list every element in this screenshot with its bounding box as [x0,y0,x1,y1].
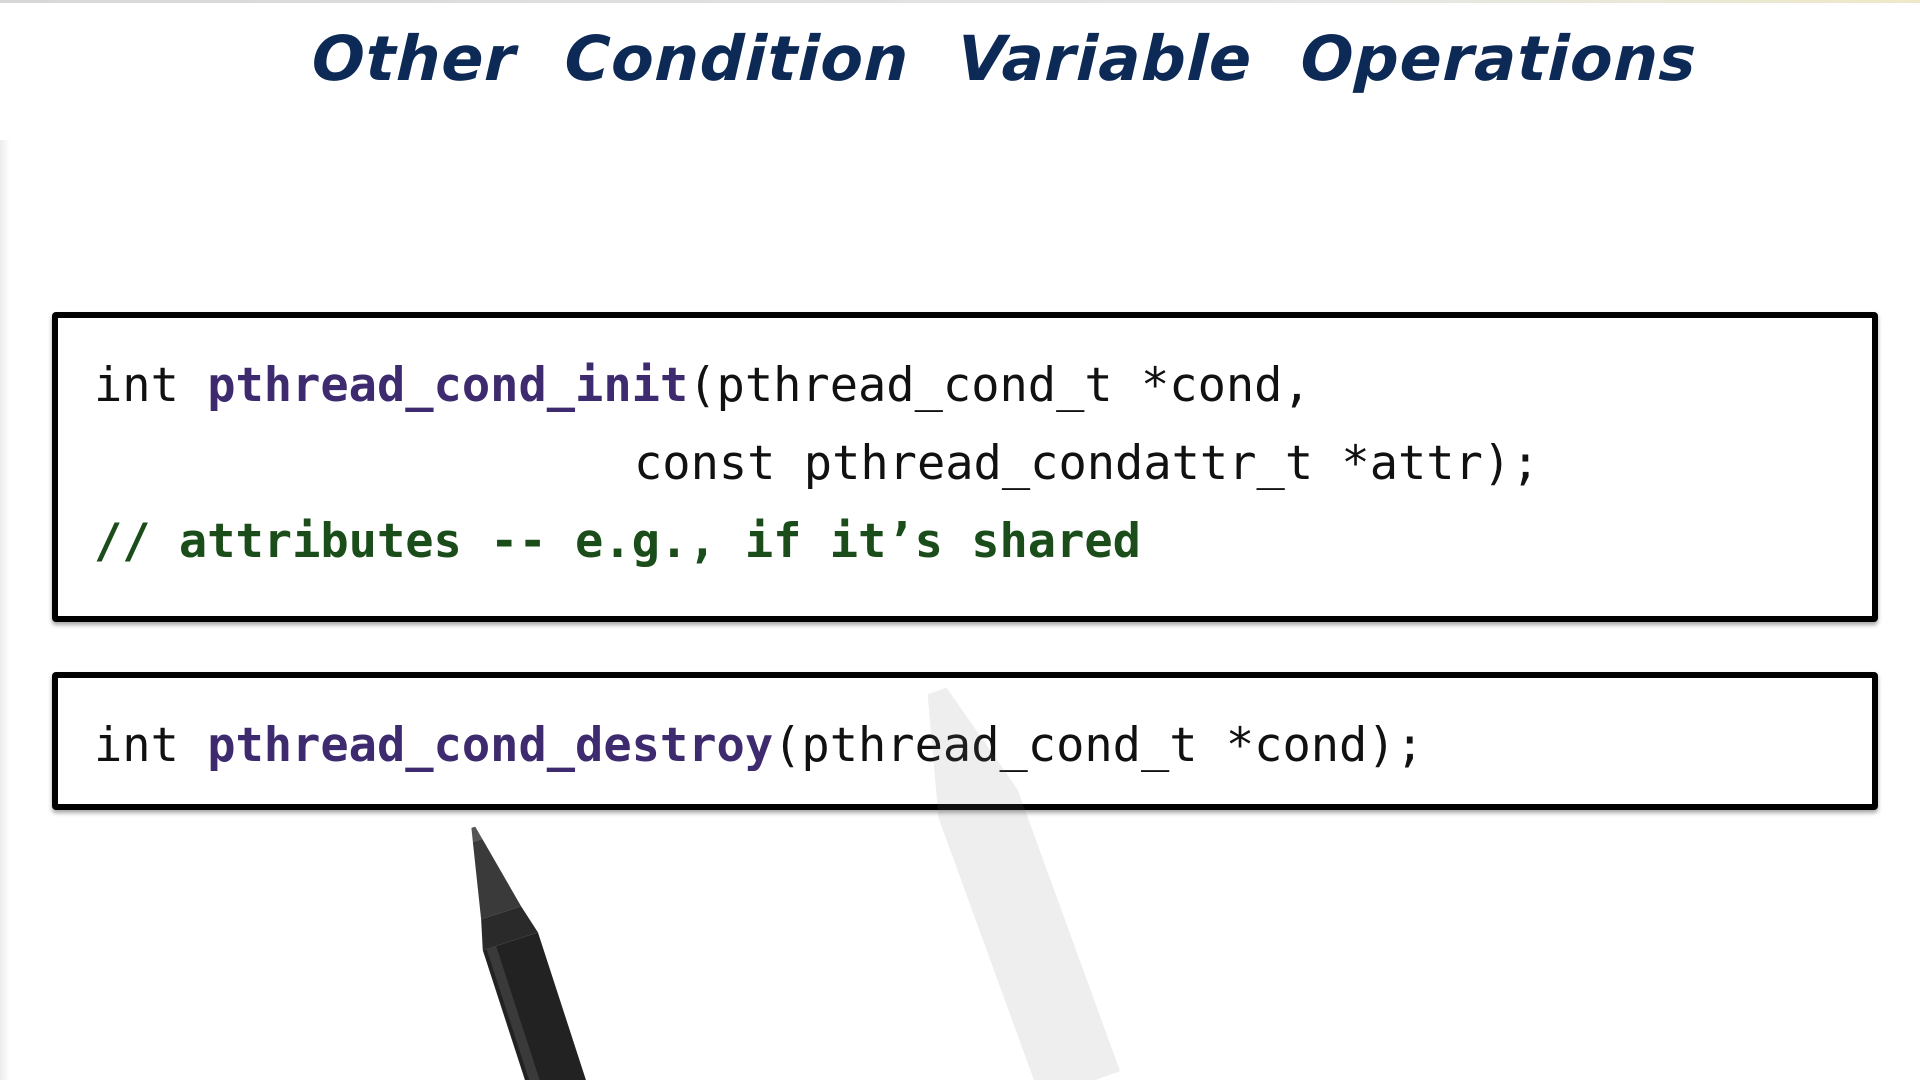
code-line-destroy-signature: int pthread_cond_destroy(pthread_cond_t … [94,718,1424,773]
return-type: int [94,718,208,773]
return-type: int [94,358,208,413]
code-line-init-signature: int pthread_cond_init(pthread_cond_t *co… [94,358,1311,413]
function-name-cond-init: pthread_cond_init [207,358,689,413]
function-name-cond-destroy: pthread_cond_destroy [207,718,774,773]
params-second: const pthread_condattr_t *attr); [634,436,1540,491]
top-edge [0,0,1920,3]
code-line-init-continuation: const pthread_condattr_t *attr); [634,436,1539,491]
slide-title: Other Condition Variable Operations [310,22,1699,95]
params-destroy: (pthread_cond_t *cond); [773,718,1424,773]
params-first: (pthread_cond_t *cond, [688,358,1311,413]
left-edge-shadow [0,140,10,1080]
code-block-cond-init: int pthread_cond_init(pthread_cond_t *co… [52,312,1878,622]
pen-icon [471,826,594,1080]
code-comment-attributes: // attributes -- e.g., if it’s shared [94,514,1141,569]
